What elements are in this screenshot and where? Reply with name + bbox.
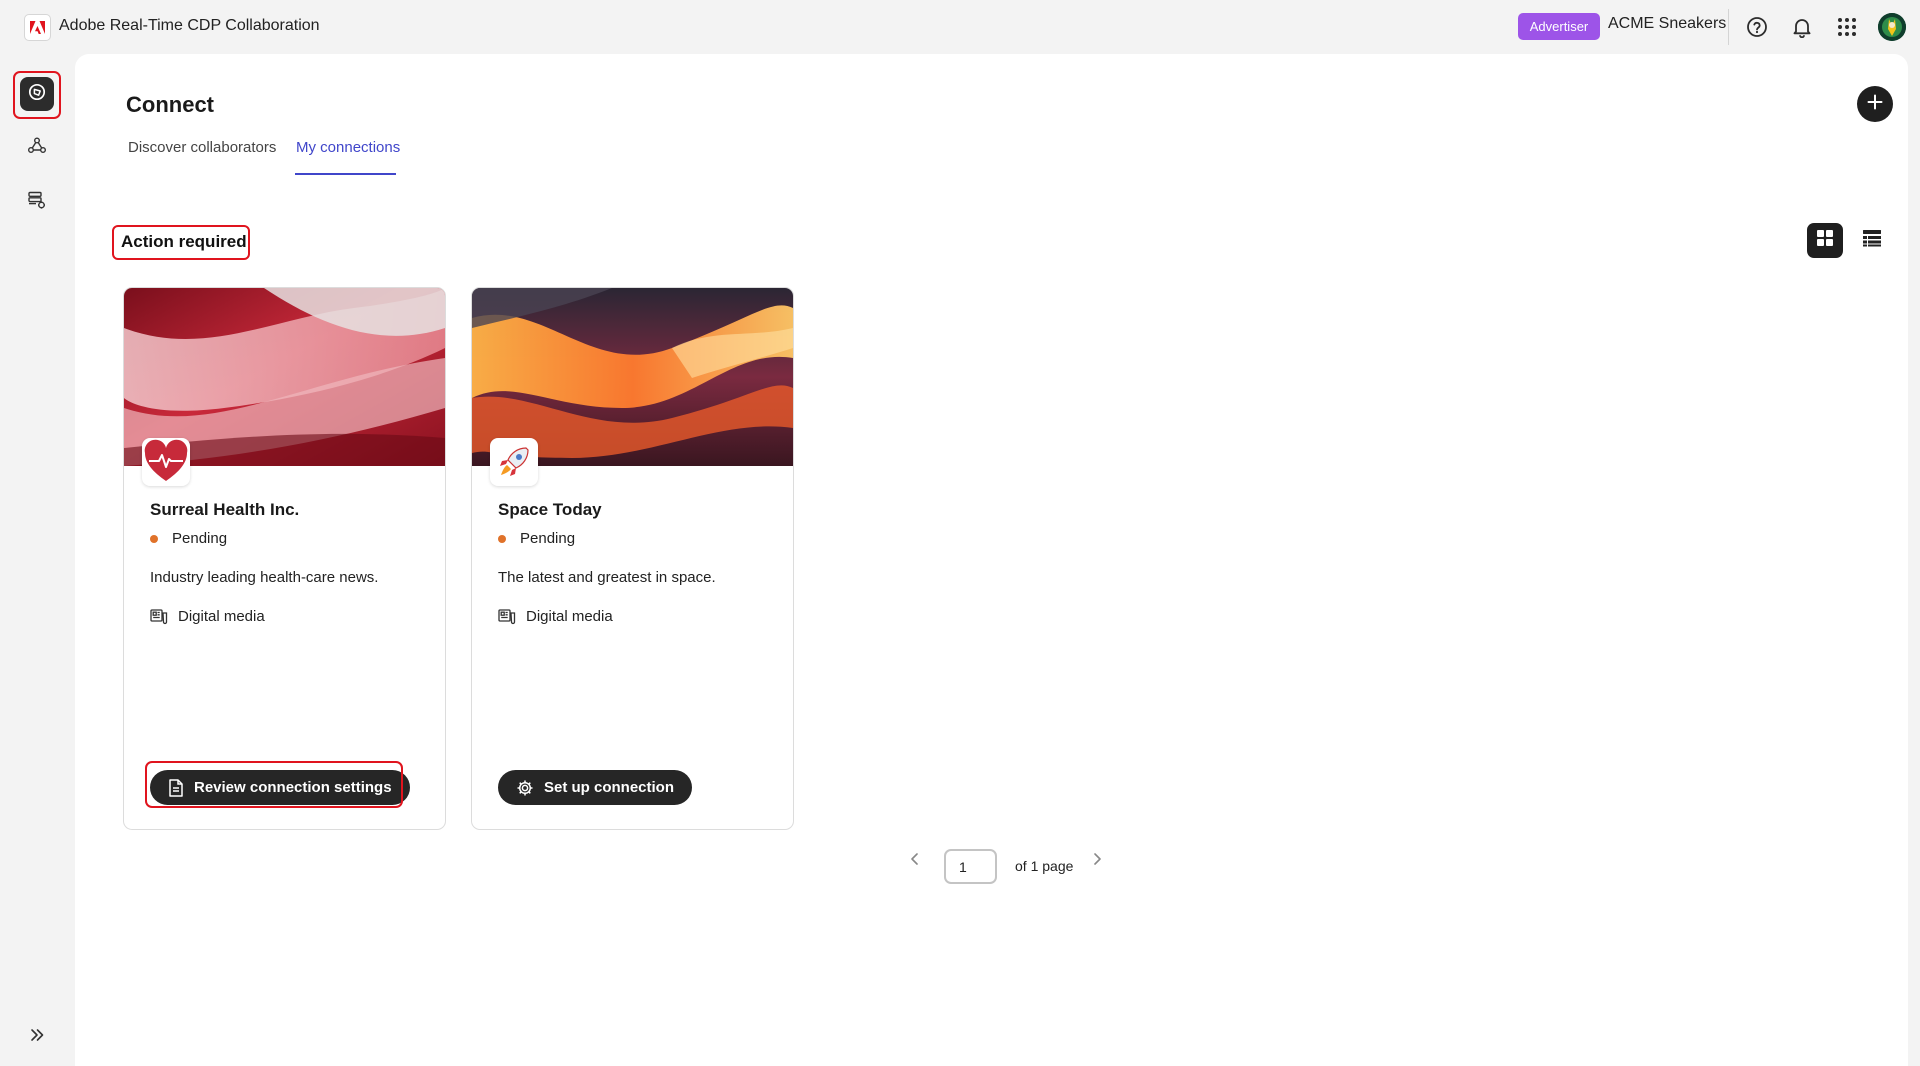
- top-divider: [1728, 9, 1729, 45]
- rocket-icon: [490, 438, 538, 486]
- next-page-button[interactable]: [1087, 851, 1107, 871]
- grid-view-toggle[interactable]: [1807, 223, 1843, 258]
- page-count-label: of 1 page: [1015, 858, 1074, 874]
- expand-chevrons-icon: [29, 1027, 45, 1048]
- top-bar: Adobe Real-Time CDP Collaboration Advert…: [0, 0, 1920, 54]
- card-category: Digital media: [150, 608, 265, 625]
- status-dot-icon: [498, 534, 506, 543]
- connection-card[interactable]: Surreal Health Inc. Pending Industry lea…: [123, 287, 446, 830]
- rail-item-highlight: [13, 71, 61, 119]
- plus-icon: [1867, 94, 1883, 115]
- section-title-highlight: [112, 225, 250, 260]
- collaborators-icon: [27, 136, 47, 161]
- tab-selected-indicator: [295, 173, 396, 175]
- heart-pulse-icon: [142, 438, 190, 486]
- org-switcher[interactable]: ACME Sneakers: [1608, 15, 1726, 33]
- category-label: Digital media: [526, 608, 613, 625]
- list-view-toggle[interactable]: [1854, 223, 1890, 258]
- rail-item-data[interactable]: [20, 185, 54, 219]
- card-description: Industry leading health-care news.: [150, 569, 379, 586]
- app-title: Adobe Real-Time CDP Collaboration: [59, 17, 320, 34]
- status-dot-icon: [150, 534, 158, 543]
- page-number-input[interactable]: [944, 849, 997, 884]
- chevron-left-icon: [910, 852, 920, 870]
- adobe-logo-icon[interactable]: [24, 14, 51, 41]
- help-icon[interactable]: [1744, 14, 1770, 40]
- button-label: Set up connection: [544, 779, 675, 796]
- status-badge: Pending: [498, 530, 575, 547]
- data-settings-icon: [27, 190, 47, 215]
- expand-rail-button[interactable]: [20, 1020, 54, 1054]
- role-badge: Advertiser: [1518, 13, 1600, 40]
- media-icon: [150, 608, 168, 624]
- previous-page-button[interactable]: [905, 851, 925, 871]
- button-highlight: [145, 761, 403, 808]
- status-label: Pending: [520, 530, 576, 547]
- tab-my-connections[interactable]: My connections: [296, 139, 400, 156]
- tab-discover-collaborators[interactable]: Discover collaborators: [128, 139, 276, 156]
- apps-grid-icon[interactable]: [1834, 14, 1860, 40]
- status-label: Pending: [172, 530, 228, 547]
- main-panel: Connect Discover collaborators My connec…: [75, 54, 1908, 1066]
- card-title: Surreal Health Inc.: [150, 500, 300, 519]
- set-up-connection-button[interactable]: Set up connection: [498, 770, 693, 805]
- rail-item-collaborators[interactable]: [20, 131, 54, 165]
- grid-view-icon: [1816, 229, 1834, 252]
- user-avatar[interactable]: [1878, 13, 1906, 41]
- card-description: The latest and greatest in space.: [498, 569, 716, 586]
- bell-icon[interactable]: [1789, 14, 1815, 40]
- list-view-icon: [1862, 229, 1882, 252]
- connection-card[interactable]: Space Today Pending The latest and great…: [471, 287, 794, 830]
- page-title: Connect: [126, 92, 214, 117]
- status-badge: Pending: [150, 530, 227, 547]
- card-title: Space Today: [498, 500, 602, 519]
- chevron-right-icon: [1092, 852, 1102, 870]
- category-label: Digital media: [178, 608, 265, 625]
- add-connection-button[interactable]: [1857, 86, 1893, 122]
- media-icon: [498, 608, 516, 624]
- card-category: Digital media: [498, 608, 613, 625]
- gear-icon: [517, 780, 533, 795]
